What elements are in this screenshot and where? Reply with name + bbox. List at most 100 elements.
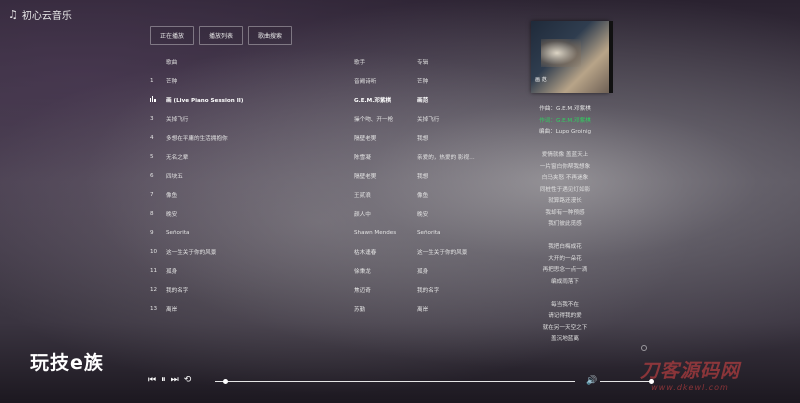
lyric-line: 作词：G.E.M.邓紫棋: [539, 117, 591, 124]
row-song: 四块五: [166, 173, 183, 180]
lyric-line: 我把白梅成花: [548, 244, 582, 250]
lyric-line: 同桩性于遇见灯如影: [539, 186, 591, 193]
table-row[interactable]: 画 (Live Piano Session II) G.E.M.邓紫棋 画范: [150, 90, 510, 109]
lyric-line: 我却有一种预感: [545, 209, 585, 216]
pause-icon[interactable]: ⏸: [161, 375, 166, 385]
lyric-line: 爱情就像 盖蓝天上: [541, 152, 589, 158]
table-row[interactable]: 12 我的名字 焦迈奇 我的名字: [150, 280, 510, 299]
row-number: 11: [150, 267, 158, 274]
lyric-line: 每当我不在: [551, 301, 579, 308]
row-song: 无名之辈: [166, 154, 189, 161]
header-artist: 歌手: [354, 59, 366, 66]
lyric-line: 就算路还漫长: [548, 198, 582, 204]
volume-icon[interactable]: 🔊: [586, 376, 597, 386]
tab-bar: 正在播放 播放列表 歌曲搜索: [150, 26, 293, 45]
volume-knob[interactable]: [649, 379, 654, 384]
lyric-line: 就在另一天空之下: [542, 324, 588, 331]
lyric-line: 编成雨落下: [551, 278, 579, 285]
watermark-right-url: www.dkewl.com: [651, 383, 729, 392]
cover-title: 画 范: [535, 77, 547, 83]
cover-photo: [541, 39, 581, 67]
progress-bar[interactable]: [215, 379, 575, 384]
row-album: Señorita: [417, 229, 441, 236]
repeat-icon[interactable]: ⟲: [184, 375, 192, 385]
row-artist: 徐秉龙: [354, 268, 371, 275]
player-controls: ⏮ ⏸ ⏭ ⟲: [148, 375, 191, 385]
row-artist: 操个吻、开一枪: [354, 116, 394, 123]
table-row[interactable]: 4 多想在平庸的生活拥抱你 隔壁老樊 我想: [150, 128, 510, 147]
lyric-line: 盖沉地蓝离: [551, 336, 579, 342]
volume-bar[interactable]: [600, 379, 654, 384]
table-row[interactable]: 9 Señorita Shawn Mendes Señorita: [150, 223, 510, 242]
row-number: 1: [150, 77, 154, 84]
row-song: Señorita: [166, 229, 190, 236]
row-song: 离岸: [166, 306, 178, 313]
row-album: 像鱼: [417, 192, 429, 199]
list-header: 歌曲 歌手 专辑: [150, 52, 510, 71]
table-row[interactable]: 11 孤身 徐秉龙 孤身: [150, 261, 510, 280]
table-row[interactable]: 10 这一生关于你的风景 枯木逢春 这一生关于你的风景: [150, 242, 510, 261]
table-row[interactable]: 3 关掉飞行 操个吻、开一枪 关掉飞行: [150, 109, 510, 128]
lyric-line: 一片窗白你帮我想象: [539, 163, 591, 170]
row-number: 12: [150, 286, 158, 293]
watermark-right-main: 刀客源码网: [640, 360, 741, 382]
lyric-line: 白马夹怒 不再迷象: [541, 175, 589, 181]
row-number: 10: [150, 248, 158, 255]
tab-playlist[interactable]: 播放列表: [199, 26, 244, 45]
row-artist: Shawn Mendes: [354, 229, 397, 236]
row-song: 这一生关于你的风景: [166, 249, 217, 256]
row-song: 孤身: [166, 268, 178, 275]
row-number: 5: [150, 153, 154, 160]
row-artist: 王贰浪: [354, 192, 371, 199]
row-album: 画范: [417, 97, 429, 104]
row-album: 孤身: [417, 268, 429, 275]
lyric-line: 大开的一朵花: [548, 255, 582, 262]
row-song: 关掉飞行: [166, 116, 189, 123]
row-number: 13: [150, 305, 158, 312]
lyric-line: 我们彼此觅感: [548, 221, 582, 227]
row-song: 画 (Live Piano Session II): [166, 97, 244, 104]
row-album: 离岸: [417, 306, 429, 313]
row-song: 我的名字: [166, 287, 189, 294]
row-artist: 音阙诗听: [354, 78, 377, 85]
row-album: 这一生关于你的风景: [417, 249, 468, 256]
table-row[interactable]: 8 晚安 颜人中 晚安: [150, 204, 510, 223]
row-song: 晚安: [166, 211, 178, 218]
cover-spine: [609, 21, 613, 93]
progress-knob[interactable]: [222, 379, 228, 384]
row-album: 我的名字: [417, 287, 440, 294]
row-number: 9: [150, 229, 154, 236]
row-song: 芒种: [166, 78, 178, 85]
row-album: 芒种: [417, 78, 429, 85]
row-artist: 苏勤: [354, 306, 366, 313]
lyric-line: 请记得我的爱: [548, 313, 582, 319]
table-row[interactable]: 13 离岸 苏勤 离岸: [150, 299, 510, 318]
row-number: 8: [150, 210, 154, 217]
row-song: 像鱼: [166, 192, 178, 199]
row-artist: G.E.M.邓紫棋: [354, 97, 392, 104]
playing-equalizer-icon: [150, 95, 166, 104]
prev-icon[interactable]: ⏮: [148, 375, 156, 385]
song-list: 歌曲 歌手 专辑 1 芒种 音阙诗听 芒种画 (Live Piano Session …: [150, 52, 510, 318]
row-artist: 隔壁老樊: [354, 135, 377, 142]
lyric-line: 作曲：G.E.M.邓紫棋: [539, 106, 591, 112]
album-cover: 画 范: [531, 21, 613, 93]
row-artist: 隔壁老樊: [354, 173, 377, 180]
row-artist: 焦迈奇: [354, 287, 371, 294]
row-album: 亲爱的，热爱的 影视…: [417, 154, 475, 161]
row-artist: 枯木逢春: [354, 249, 377, 256]
table-row[interactable]: 5 无名之辈 陈雪凝 亲爱的，热爱的 影视…: [150, 147, 510, 166]
row-album: 我想: [417, 135, 429, 142]
lyric-line: 再把思念一点一滴: [542, 267, 588, 273]
next-icon[interactable]: ⏭: [171, 375, 179, 385]
table-row[interactable]: 1 芒种 音阙诗听 芒种: [150, 71, 510, 90]
tab-now-playing[interactable]: 正在播放: [150, 26, 195, 45]
circle-icon: [641, 345, 647, 351]
lyrics-panel: 作曲：G.E.M.邓紫棋 作词：G.E.M.邓紫棋 编曲：Lupo Groinig 爱…: [510, 104, 620, 346]
header-song: 歌曲: [166, 59, 178, 66]
table-row[interactable]: 6 四块五 隔壁老樊 我想: [150, 166, 510, 185]
table-row[interactable]: 7 像鱼 王贰浪 像鱼: [150, 185, 510, 204]
header-album: 专辑: [417, 59, 429, 66]
row-artist: 陈雪凝: [354, 154, 371, 161]
tab-song-search[interactable]: 歌曲搜索: [248, 26, 293, 45]
